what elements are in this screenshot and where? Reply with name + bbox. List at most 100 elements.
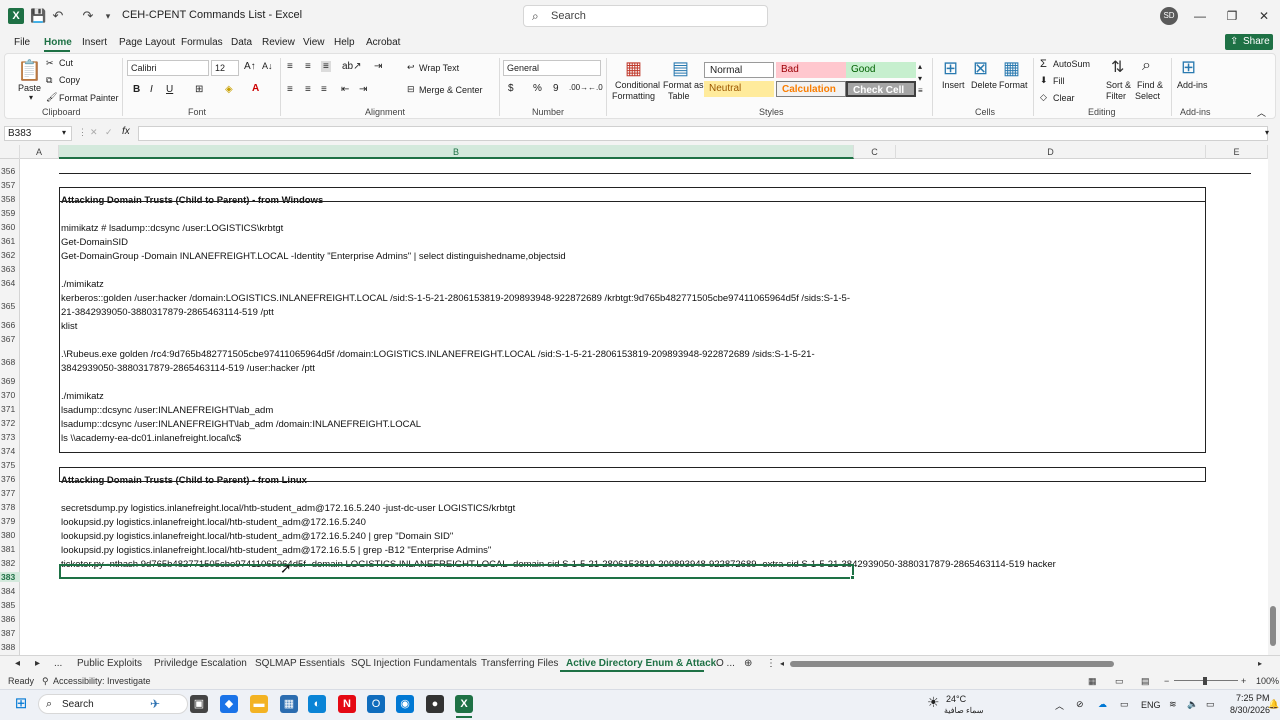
autosum-button[interactable]: AutoSum — [1053, 59, 1090, 69]
insert-cells-button[interactable]: Insert — [942, 80, 965, 90]
paste-button[interactable]: Paste — [18, 83, 41, 93]
fill-handle[interactable] — [850, 575, 855, 580]
row-header[interactable]: 374 — [0, 446, 20, 456]
sort-filter-button[interactable]: Filter — [1106, 91, 1126, 101]
app-icon[interactable]: ◆ — [220, 695, 238, 713]
redo-icon[interactable]: ↷ — [80, 8, 96, 24]
column-header-c[interactable]: C — [854, 145, 896, 159]
share-button[interactable]: ⇪ Share — [1225, 34, 1273, 50]
store-icon[interactable]: ▦ — [280, 695, 298, 713]
vertical-scroll-thumb[interactable] — [1270, 606, 1276, 646]
clock-date[interactable]: 8/30/2026 — [1230, 705, 1270, 715]
file-explorer-icon[interactable]: ▬ — [250, 695, 268, 713]
cancel-entry-icon[interactable]: ✕ — [90, 127, 98, 138]
addins-button[interactable]: Add-ins — [1177, 80, 1208, 90]
outlook-icon[interactable]: O — [367, 695, 385, 713]
row-header[interactable]: 357 — [0, 180, 20, 190]
align-middle-icon[interactable]: ≡ — [305, 61, 311, 72]
normal-view-icon[interactable]: ▦ — [1088, 676, 1097, 687]
row-header[interactable]: 364 — [0, 278, 20, 288]
style-neutral[interactable]: Neutral — [704, 81, 774, 97]
selected-cell[interactable] — [59, 564, 854, 579]
format-cells-button[interactable]: Format — [999, 80, 1028, 90]
row-header[interactable]: 363 — [0, 264, 20, 274]
row-header[interactable]: 384 — [0, 586, 20, 596]
zoom-out-icon[interactable]: − — [1164, 676, 1169, 686]
more-sheets-icon[interactable]: ... — [54, 658, 62, 669]
format-cells-icon[interactable]: ▦ — [1003, 58, 1020, 79]
style-good[interactable]: Good — [846, 62, 916, 78]
column-header-a[interactable]: A — [20, 145, 59, 159]
cell-text[interactable]: lookupsid.py logistics.inlanefreight.loc… — [61, 545, 491, 556]
tray-icon-1[interactable]: ⊘ — [1076, 699, 1084, 710]
wrap-text-icon[interactable]: ↩ — [407, 62, 415, 73]
tab-acrobat[interactable]: Acrobat — [366, 37, 400, 48]
notification-icon[interactable]: 🔔 — [1268, 699, 1279, 710]
edge-icon[interactable]: ◐ — [308, 695, 326, 713]
sheet-tab-public-exploits[interactable]: Public Exploits — [77, 658, 142, 669]
name-box-dropdown-icon[interactable]: ▾ — [62, 128, 66, 137]
increase-indent-icon[interactable]: ⇥ — [359, 84, 367, 95]
add-sheet-icon[interactable]: ⊕ — [744, 658, 752, 669]
row-header[interactable]: 388 — [0, 642, 20, 652]
conditional-formatting-button[interactable]: Formatting — [612, 91, 655, 101]
browser-icon[interactable]: ◉ — [396, 695, 414, 713]
tab-data[interactable]: Data — [231, 37, 252, 48]
find-select-icon[interactable]: ⌕ — [1142, 57, 1151, 75]
sheet-tab-sql-injection[interactable]: SQL Injection Fundamentals — [351, 658, 477, 669]
style-normal[interactable]: Normal — [704, 62, 774, 78]
increase-font-icon[interactable]: A↑ — [244, 61, 256, 72]
excel-taskbar-icon[interactable]: X — [455, 695, 473, 713]
confirm-entry-icon[interactable]: ✓ — [105, 127, 113, 138]
column-header-d[interactable]: D — [896, 145, 1206, 159]
row-header[interactable]: 369 — [0, 376, 20, 386]
hscroll-right-icon[interactable]: ▸ — [1258, 659, 1262, 668]
font-size-select[interactable]: 12 — [211, 60, 239, 76]
restore-icon[interactable]: ❐ — [1222, 6, 1242, 26]
next-sheet-icon[interactable]: ▸ — [35, 658, 40, 669]
row-header[interactable]: 356 — [0, 166, 20, 176]
row-header[interactable]: 383 — [0, 572, 20, 582]
select-all-corner[interactable] — [0, 145, 20, 159]
sheet-tab-sqlmap-essentials[interactable]: SQLMAP Essentials — [255, 658, 345, 669]
row-header[interactable]: 373 — [0, 432, 20, 442]
sheet-tab-overflow[interactable]: O ... — [716, 658, 735, 669]
volume-icon[interactable]: 🔈 — [1187, 699, 1198, 710]
sheet-tab-priviledge-escalation[interactable]: Priviledge Escalation — [154, 658, 247, 669]
copy-button[interactable]: Copy — [59, 75, 80, 85]
decrease-font-icon[interactable]: A↓ — [262, 61, 273, 71]
hscroll-left-icon[interactable]: ◂ — [780, 659, 784, 668]
format-as-table-button[interactable]: Table — [668, 91, 690, 101]
decrease-indent-icon[interactable]: ⇤ — [341, 84, 349, 95]
increase-decimal-icon[interactable]: .00→ — [569, 83, 588, 92]
find-select-button[interactable]: Select — [1135, 91, 1160, 101]
format-painter-button[interactable]: Format Painter — [59, 93, 119, 103]
font-color-icon[interactable]: A — [252, 83, 259, 94]
align-bottom-icon[interactable]: ≡ — [321, 61, 331, 72]
task-view-icon[interactable]: ▣ — [190, 695, 208, 713]
autosum-icon[interactable]: Σ — [1040, 58, 1047, 70]
cut-icon[interactable]: ✂ — [46, 58, 54, 69]
weather-temp[interactable]: 24°C — [946, 694, 966, 704]
vertical-scrollbar[interactable] — [1268, 159, 1280, 655]
wifi-icon[interactable]: ≋ — [1169, 699, 1177, 710]
tab-view[interactable]: View — [303, 37, 325, 48]
sheet-options-icon[interactable]: ⋮ — [766, 658, 776, 669]
styles-scroll-down-icon[interactable]: ▾ — [918, 74, 922, 83]
row-header[interactable]: 359 — [0, 208, 20, 218]
fill-color-icon[interactable]: ◈ — [225, 84, 233, 95]
search-input[interactable]: ⌕ Search — [523, 5, 768, 27]
quick-access-dropdown-icon[interactable]: ▾ — [100, 8, 116, 24]
insert-cells-icon[interactable]: ⊞ — [943, 58, 958, 79]
row-header[interactable]: 382 — [0, 558, 20, 568]
weather-desc[interactable]: سماء صافية — [944, 706, 984, 715]
format-as-table-label[interactable]: Format as — [663, 80, 704, 90]
formula-input[interactable] — [138, 126, 1268, 141]
number-format-select[interactable]: General — [503, 60, 601, 76]
language-indicator[interactable]: ENG — [1141, 700, 1161, 710]
row-header[interactable]: 386 — [0, 614, 20, 624]
row-header[interactable]: 370 — [0, 390, 20, 400]
fill-icon[interactable]: ⬇ — [1040, 75, 1048, 86]
row-header[interactable]: 368 — [0, 357, 20, 367]
zoom-slider-thumb[interactable] — [1203, 677, 1207, 685]
